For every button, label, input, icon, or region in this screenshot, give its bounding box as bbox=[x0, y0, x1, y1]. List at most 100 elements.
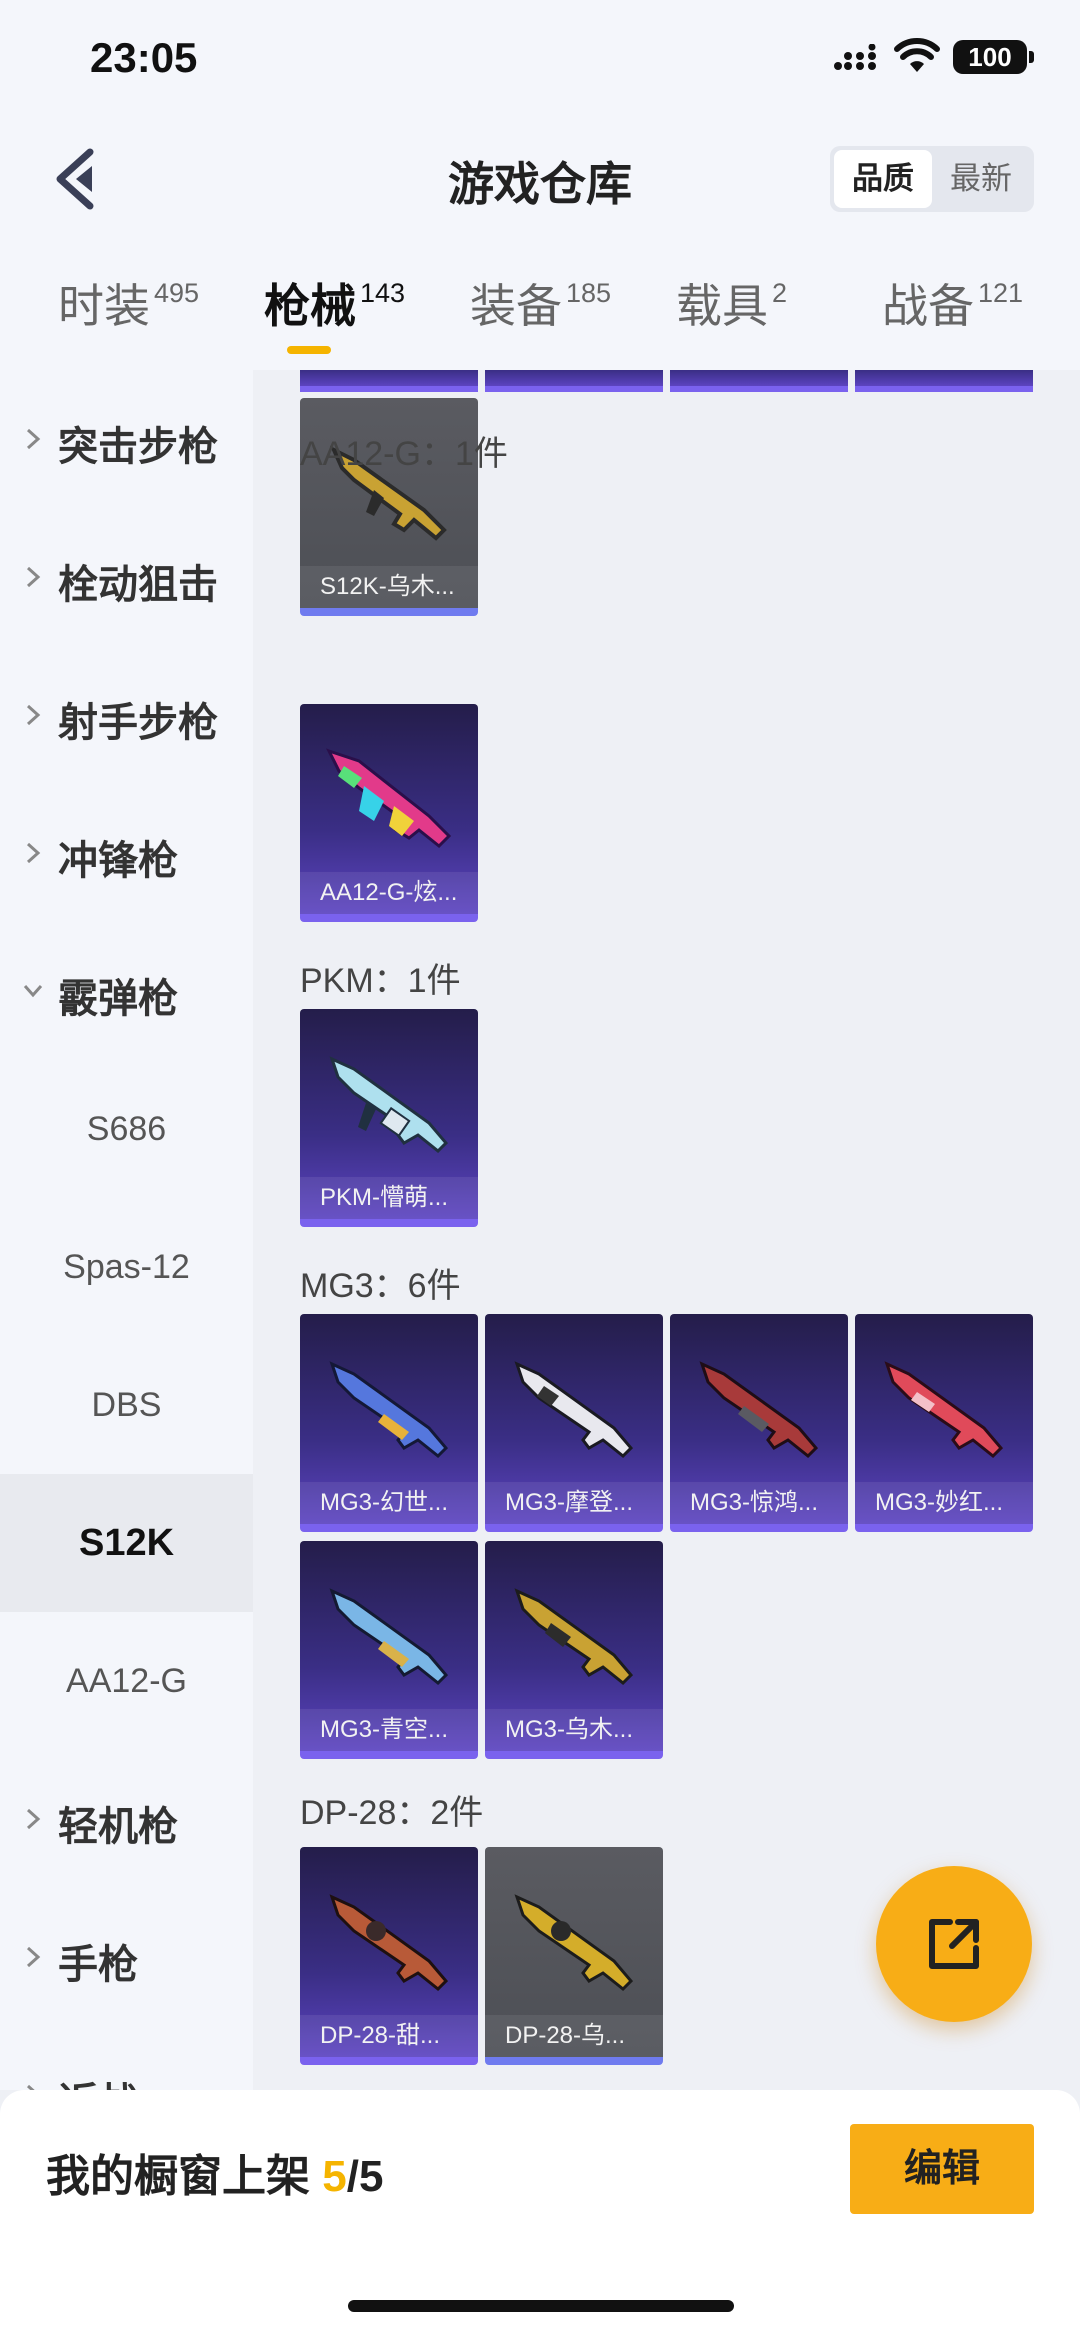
sidebar-item-melee[interactable]: 近战 bbox=[0, 2026, 253, 2090]
item-card-partial[interactable] bbox=[855, 370, 1033, 392]
item-grid: S12K-乌木... AA12-G：1件 AA12-G-炫... PKM：1件 … bbox=[253, 370, 1080, 2090]
tab-firearms[interactable]: 枪械 143 bbox=[264, 270, 405, 336]
status-bar: 23:05 100 bbox=[0, 0, 1080, 120]
tab-count: 495 bbox=[154, 278, 200, 308]
share-external-icon bbox=[929, 1919, 979, 1969]
sort-toggle: 品质 最新 bbox=[830, 146, 1034, 212]
chevron-right-icon bbox=[26, 1808, 41, 1830]
sidebar-subitem-s686[interactable]: S686 bbox=[0, 1060, 253, 1198]
sidebar: 突击步枪 栓动狙击 射手步枪 冲锋枪 霰弹枪 S686 Spas-12 DBS … bbox=[0, 370, 253, 2090]
sidebar-item-pistol[interactable]: 手枪 bbox=[0, 1888, 253, 2026]
item-card[interactable]: AA12-G-炫... bbox=[300, 704, 478, 922]
weapon-skin-image bbox=[514, 1588, 634, 1686]
chevron-right-icon bbox=[26, 428, 41, 450]
item-card[interactable]: MG3-摩登... bbox=[485, 1314, 663, 1532]
tab-equipment[interactable]: 装备 185 bbox=[470, 270, 611, 336]
sidebar-subitem-spas12[interactable]: Spas-12 bbox=[0, 1198, 253, 1336]
item-card[interactable]: MG3-青空... bbox=[300, 1541, 478, 1759]
item-card-partial[interactable] bbox=[670, 370, 848, 392]
sidebar-item-label: 手枪 bbox=[58, 1943, 138, 1987]
item-card[interactable]: DP-28-乌... bbox=[485, 1847, 663, 2065]
item-name: MG3-妙红... bbox=[855, 1482, 1033, 1524]
edit-button[interactable]: 编辑 bbox=[850, 2124, 1034, 2214]
showcase-count-label: 我的橱窗上架 5/5 bbox=[46, 2140, 383, 2204]
group-header: PKM：1件 bbox=[300, 962, 461, 1000]
item-name: MG3-青空... bbox=[300, 1709, 478, 1751]
active-tab-indicator bbox=[287, 346, 331, 354]
weapon-skin-image bbox=[884, 1361, 1004, 1459]
weapon-skin-image bbox=[514, 1361, 634, 1459]
sidebar-item-label: 突击步枪 bbox=[58, 425, 218, 469]
showcase-total-count: /5 bbox=[346, 2152, 384, 2201]
weapon-skin-image bbox=[329, 1588, 449, 1686]
sort-newest-button[interactable]: 最新 bbox=[932, 150, 1030, 208]
group-header: AA12-G：1件 bbox=[300, 435, 508, 473]
weapon-skin-image bbox=[326, 748, 452, 849]
weapon-skin-image bbox=[699, 1361, 819, 1459]
tab-vehicles[interactable]: 载具 2 bbox=[676, 270, 787, 336]
header-area: 23:05 100 游戏仓库 品质 最新 时装 495 枪械 143 装备 185 载… bbox=[0, 0, 1080, 370]
battery-indicator: 100 bbox=[953, 40, 1034, 74]
tab-label: 战备 bbox=[882, 280, 974, 332]
item-card[interactable]: MG3-妙红... bbox=[855, 1314, 1033, 1532]
sidebar-subitem-dbs[interactable]: DBS bbox=[0, 1336, 253, 1474]
sidebar-subitem-aa12g[interactable]: AA12-G bbox=[0, 1612, 253, 1750]
item-name: MG3-乌木... bbox=[485, 1709, 663, 1751]
item-card[interactable]: DP-28-甜... bbox=[300, 1847, 478, 2065]
group-header: MG3：6件 bbox=[300, 1267, 461, 1305]
category-tabs: 时装 495 枪械 143 装备 185 载具 2 战备 121 bbox=[0, 270, 1080, 370]
sort-quality-button[interactable]: 品质 bbox=[834, 150, 932, 208]
tab-label: 载具 bbox=[676, 280, 768, 332]
chevron-right-icon bbox=[26, 566, 41, 588]
tab-count: 121 bbox=[978, 278, 1024, 308]
item-name: MG3-幻世... bbox=[300, 1482, 478, 1524]
showcase-label-text: 我的橱窗上架 bbox=[46, 2152, 323, 2201]
chevron-down-icon bbox=[23, 985, 43, 998]
sidebar-subitem-s12k[interactable]: S12K bbox=[0, 1474, 253, 1612]
item-name: PKM-懵萌... bbox=[300, 1177, 478, 1219]
tab-fashion[interactable]: 时装 495 bbox=[58, 270, 199, 336]
sidebar-item-label: 冲锋枪 bbox=[58, 839, 178, 883]
chevron-right-icon bbox=[26, 2084, 35, 2090]
item-name: DP-28-乌... bbox=[485, 2015, 663, 2057]
sidebar-item-label: 霰弹枪 bbox=[58, 977, 178, 1021]
sidebar-item-shotgun[interactable]: 霰弹枪 bbox=[0, 922, 253, 1060]
item-name: MG3-摩登... bbox=[485, 1482, 663, 1524]
item-card[interactable]: MG3-幻世... bbox=[300, 1314, 478, 1532]
item-card-partial[interactable] bbox=[485, 370, 663, 392]
sidebar-item-lmg[interactable]: 轻机枪 bbox=[0, 1750, 253, 1888]
item-name: S12K-乌木... bbox=[300, 566, 478, 608]
item-name: AA12-G-炫... bbox=[300, 872, 478, 914]
sidebar-item-bolt-sniper[interactable]: 栓动狙击 bbox=[0, 508, 253, 646]
chevron-right-icon bbox=[26, 704, 41, 726]
item-card[interactable]: MG3-乌木... bbox=[485, 1541, 663, 1759]
tab-label: 时装 bbox=[58, 280, 150, 332]
home-indicator bbox=[348, 2300, 734, 2312]
sidebar-item-assault-rifle[interactable]: 突击步枪 bbox=[0, 370, 253, 508]
sidebar-item-label: 栓动狙击 bbox=[58, 563, 218, 607]
tab-count: 143 bbox=[360, 278, 406, 308]
tab-label: 装备 bbox=[470, 280, 562, 332]
sidebar-item-label: 射手步枪 bbox=[58, 701, 218, 745]
weapon-skin-image bbox=[329, 1894, 449, 1992]
sidebar-item-label: 轻机枪 bbox=[58, 1805, 178, 1849]
status-time: 23:05 bbox=[90, 34, 198, 81]
weapon-skin-image bbox=[514, 1894, 634, 1992]
item-card[interactable]: PKM-懵萌... bbox=[300, 1009, 478, 1227]
wifi-icon bbox=[894, 38, 940, 72]
showcase-current-count: 5 bbox=[322, 2152, 347, 2201]
item-name: DP-28-甜... bbox=[300, 2015, 478, 2057]
group-header: DP-28：2件 bbox=[300, 1794, 484, 1832]
tab-label: 枪械 bbox=[264, 280, 356, 332]
weapon-skin-image bbox=[329, 1361, 449, 1459]
item-card[interactable]: MG3-惊鸿... bbox=[670, 1314, 848, 1532]
chevron-right-icon bbox=[26, 842, 41, 864]
chevron-right-icon bbox=[26, 1946, 41, 1968]
tab-count: 2 bbox=[772, 278, 788, 308]
tab-supplies[interactable]: 战备 121 bbox=[882, 270, 1023, 336]
sidebar-item-smg[interactable]: 冲锋枪 bbox=[0, 784, 253, 922]
item-name: MG3-惊鸿... bbox=[670, 1482, 848, 1524]
item-card-partial[interactable] bbox=[300, 370, 478, 392]
sidebar-item-marksman-rifle[interactable]: 射手步枪 bbox=[0, 646, 253, 784]
share-fab-button[interactable] bbox=[876, 1866, 1032, 2022]
